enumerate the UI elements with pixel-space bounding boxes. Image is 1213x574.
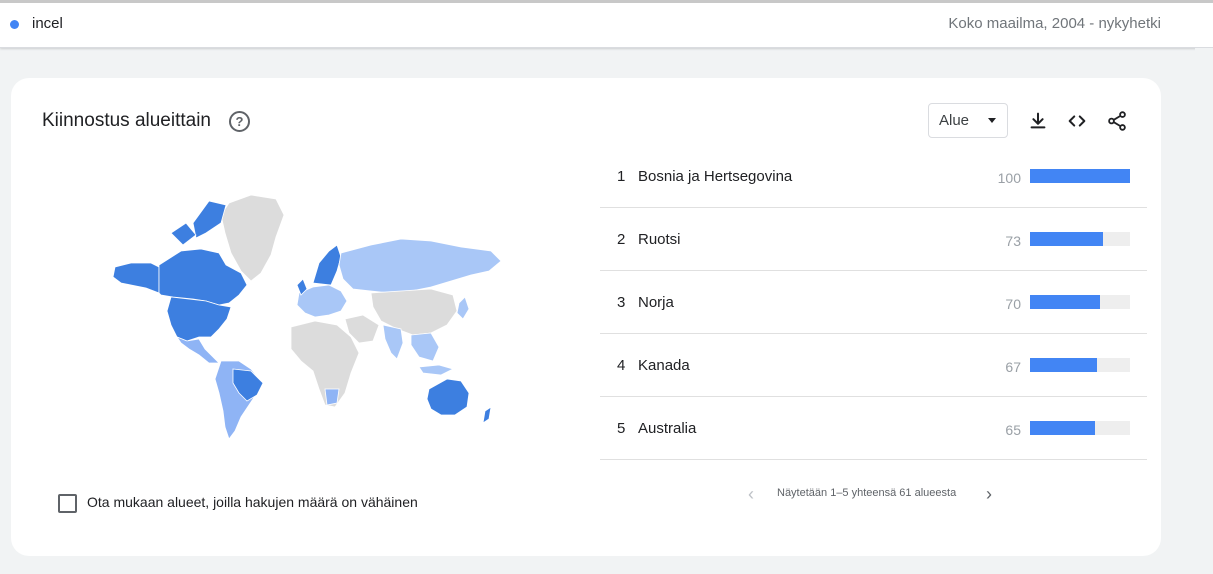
- term-color-dot: [10, 20, 19, 29]
- map-region-southeast-asia[interactable]: [410, 332, 440, 362]
- help-icon[interactable]: ?: [229, 111, 250, 132]
- region-name[interactable]: Bosnia ja Hertsegovina: [638, 168, 792, 185]
- scrollbar-track[interactable]: [1195, 48, 1213, 574]
- pagination: ‹ Näytetään 1–5 yhteensä 61 alueesta ›: [600, 484, 1147, 504]
- interest-bar: [1030, 421, 1130, 435]
- interest-bar: [1030, 358, 1130, 372]
- rank-number: 3: [617, 294, 626, 311]
- interest-bar: [1030, 295, 1130, 309]
- region-select-value: Alue: [939, 112, 970, 129]
- rank-number: 1: [617, 168, 626, 185]
- interest-value: 70: [1005, 296, 1021, 312]
- ranking-row[interactable]: 3 Norja 70: [600, 271, 1147, 334]
- region-name[interactable]: Ruotsi: [638, 231, 681, 248]
- share-icon[interactable]: [1106, 110, 1128, 132]
- interest-bar-fill: [1030, 232, 1103, 246]
- interest-bar: [1030, 169, 1130, 183]
- map-region-australia[interactable]: [426, 378, 470, 416]
- ranking-row[interactable]: 4 Kanada 67: [600, 334, 1147, 397]
- interest-bar-fill: [1030, 421, 1095, 435]
- map-region-scandinavia[interactable]: [312, 244, 342, 286]
- rank-number: 2: [617, 231, 626, 248]
- world-map[interactable]: [101, 193, 501, 443]
- region-name[interactable]: Norja: [638, 294, 674, 311]
- region-resolution-select[interactable]: Alue: [928, 103, 1008, 138]
- chevron-right-icon[interactable]: ›: [986, 484, 992, 505]
- interest-value: 65: [1005, 422, 1021, 438]
- ranking-row[interactable]: 5 Australia 65: [600, 397, 1147, 460]
- map-region-india[interactable]: [382, 324, 404, 360]
- download-icon[interactable]: [1027, 110, 1049, 132]
- map-region-russia[interactable]: [338, 238, 501, 294]
- ranking-row[interactable]: 1 Bosnia ja Hertsegovina 100: [600, 145, 1147, 208]
- ranking-row[interactable]: 2 Ruotsi 73: [600, 208, 1147, 271]
- interest-value: 73: [1005, 233, 1021, 249]
- region-name[interactable]: Australia: [638, 420, 696, 437]
- interest-bar: [1030, 232, 1130, 246]
- card-title: Kiinnostus alueittain: [42, 110, 211, 131]
- region-ranking-list: 1 Bosnia ja Hertsegovina 100 2 Ruotsi 73 3 Norj…: [600, 145, 1147, 460]
- interest-bar-fill: [1030, 295, 1100, 309]
- interest-bar-fill: [1030, 169, 1130, 183]
- map-region-africa[interactable]: [290, 320, 360, 408]
- map-region-south-africa[interactable]: [324, 388, 340, 406]
- map-region-new-zealand[interactable]: [482, 406, 492, 424]
- map-region-canada-islands-2[interactable]: [170, 222, 197, 246]
- region-name[interactable]: Kanada: [638, 357, 690, 374]
- map-region-japan[interactable]: [456, 296, 470, 320]
- interest-value: 67: [1005, 359, 1021, 375]
- search-term-bar: incel Koko maailma, 2004 - nykyhetki: [0, 0, 1213, 48]
- map-region-indonesia[interactable]: [418, 364, 455, 376]
- rank-number: 5: [617, 420, 626, 437]
- low-volume-checkbox[interactable]: [58, 494, 77, 513]
- map-region-alaska[interactable]: [112, 262, 160, 294]
- chevron-left-icon[interactable]: ‹: [748, 484, 754, 505]
- low-volume-label[interactable]: Ota mukaan alueet, joilla hakujen määrä …: [87, 494, 418, 510]
- map-region-canada-islands[interactable]: [192, 200, 227, 239]
- interest-bar-fill: [1030, 358, 1097, 372]
- dropdown-caret-icon: [988, 118, 996, 123]
- term-label[interactable]: incel: [32, 15, 63, 32]
- interest-value: 100: [997, 170, 1021, 186]
- term-scope: Koko maailma, 2004 - nykyhetki: [948, 15, 1161, 32]
- map-region-mexico[interactable]: [175, 336, 220, 364]
- rank-number: 4: [617, 357, 626, 374]
- pagination-text: Näytetään 1–5 yhteensä 61 alueesta: [777, 487, 957, 499]
- embed-code-icon[interactable]: [1066, 110, 1088, 132]
